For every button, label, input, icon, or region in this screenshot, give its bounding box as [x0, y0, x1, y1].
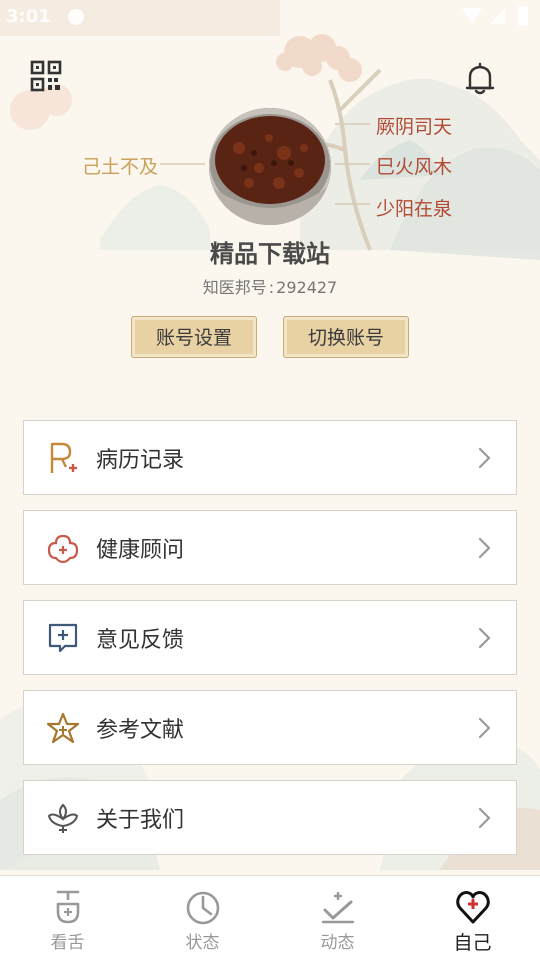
- user-id-value: 292427: [276, 278, 338, 297]
- status-time: 3:01: [6, 6, 51, 27]
- user-id-label: 知医邦号: [202, 278, 267, 297]
- bottom-tab-bar: 看舌 状态 动态 自己: [0, 875, 540, 960]
- user-id: 知医邦号:292427: [0, 274, 540, 298]
- qr-code-icon[interactable]: [30, 60, 62, 92]
- chevron-right-icon: [478, 807, 491, 828]
- tab-activity[interactable]: 动态: [270, 876, 405, 960]
- feedback-icon: [46, 621, 80, 655]
- tab-label-self: 自己: [453, 932, 492, 954]
- wifi-icon: [462, 8, 482, 24]
- activity-check-icon: [321, 892, 354, 924]
- star-reference-icon: [46, 711, 80, 745]
- status-bar: 3:01: [0, 0, 540, 36]
- about-lotus-icon: [46, 801, 80, 835]
- heart-cross-icon: [455, 891, 490, 924]
- health-advisor-icon: [46, 531, 80, 565]
- tab-label-activity: 动态: [320, 933, 355, 953]
- bell-icon[interactable]: [464, 62, 496, 96]
- menu-label-references: 参考文献: [96, 717, 185, 743]
- chevron-right-icon: [478, 717, 491, 738]
- notification-dot-icon: [68, 9, 84, 25]
- chevron-right-icon: [478, 447, 491, 468]
- signal-icon: [490, 8, 505, 24]
- qi-label-right-1: 厥阴司天: [376, 116, 453, 138]
- account-settings-button[interactable]: 账号设置: [131, 316, 257, 358]
- status-clock-icon: [186, 891, 219, 925]
- qi-label-left: 己土不及: [82, 156, 159, 178]
- medical-record-icon: [46, 441, 80, 475]
- username: 精品下载站: [210, 240, 330, 268]
- tongue-icon: [56, 890, 79, 924]
- qi-label-right-3: 少阳在泉: [376, 198, 453, 220]
- battery-icon: [518, 6, 528, 26]
- user-id-separator: :: [268, 278, 275, 297]
- menu-item-health-advisor[interactable]: 健康顾问: [23, 510, 517, 585]
- qi-label-right-2: 巳火风木: [376, 156, 453, 178]
- menu-item-medical-records[interactable]: 病历记录: [23, 420, 517, 495]
- menu-item-references[interactable]: 参考文献: [23, 690, 517, 765]
- avatar-image: [209, 108, 331, 225]
- menu-label-medical-records: 病历记录: [96, 447, 185, 473]
- tab-tongue[interactable]: 看舌: [0, 876, 135, 960]
- menu-item-about-us[interactable]: 关于我们: [23, 780, 517, 855]
- chevron-right-icon: [478, 537, 491, 558]
- tab-label-status: 状态: [185, 933, 220, 953]
- tab-status[interactable]: 状态: [135, 876, 270, 960]
- chevron-right-icon: [478, 627, 491, 648]
- menu-item-feedback[interactable]: 意见反馈: [23, 600, 517, 675]
- menu-label-health-advisor: 健康顾问: [96, 537, 185, 563]
- switch-account-button[interactable]: 切换账号: [283, 316, 409, 358]
- avatar[interactable]: [209, 108, 331, 225]
- tab-self[interactable]: 自己: [405, 876, 540, 960]
- tab-label-tongue: 看舌: [50, 933, 85, 953]
- menu-label-feedback: 意见反馈: [96, 627, 185, 653]
- menu-label-about-us: 关于我们: [96, 807, 185, 833]
